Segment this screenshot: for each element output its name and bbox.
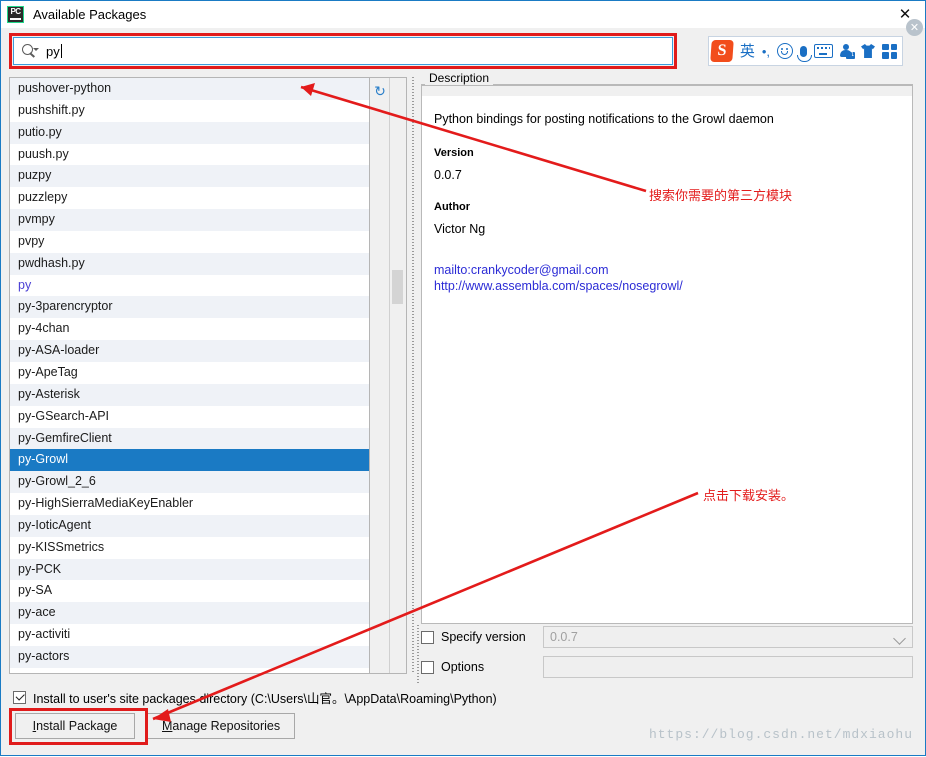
specify-version-label: Specify version xyxy=(441,630,526,644)
search-input-value: py xyxy=(46,43,60,59)
list-item[interactable]: py-actors xyxy=(10,645,370,668)
ime-close-icon[interactable]: ✕ xyxy=(906,19,923,36)
specify-version-value: 0.0.7 xyxy=(550,630,578,644)
list-item[interactable]: puzpy xyxy=(10,165,370,188)
list-item[interactable]: py-Asterisk xyxy=(10,383,370,406)
description-body: Python bindings for posting notification… xyxy=(422,96,912,623)
author-value: Victor Ng xyxy=(434,222,486,236)
package-list-panel: pushover-python pushshift.py putio.py puush… xyxy=(9,77,407,674)
manage-repositories-label: anage Repositories xyxy=(172,719,281,733)
list-item[interactable]: puush.py xyxy=(10,144,370,166)
options-row: Options xyxy=(421,655,913,679)
list-item[interactable]: py-activiti xyxy=(10,624,370,646)
list-item[interactable]: py-ApeTag xyxy=(10,362,370,384)
punctuation-icon[interactable]: •, xyxy=(762,45,770,58)
list-item[interactable]: py-Growl_2_6 xyxy=(10,471,370,494)
options-label: Options xyxy=(441,660,485,674)
list-item[interactable]: py-ASA-loader xyxy=(10,340,370,362)
text-caret xyxy=(60,44,62,58)
list-item[interactable]: py-PCK xyxy=(10,558,370,581)
search-field-wrapper: py xyxy=(9,33,677,69)
list-item[interactable]: putio.py xyxy=(10,121,370,144)
list-scrollbar-thumb[interactable] xyxy=(392,270,403,304)
list-item[interactable]: py-KISSmetrics xyxy=(10,537,370,559)
package-summary: Python bindings for posting notification… xyxy=(434,112,774,126)
list-item[interactable]: py xyxy=(10,275,370,297)
list-item[interactable]: pushshift.py xyxy=(10,100,370,122)
list-item[interactable]: py-GSearch-API xyxy=(10,406,370,428)
version-label: Version xyxy=(434,147,474,159)
options-splitter xyxy=(415,625,420,683)
soft-keyboard-icon[interactable] xyxy=(814,44,833,58)
list-scrollbar[interactable] xyxy=(389,78,406,673)
list-item[interactable]: pushover-python xyxy=(10,78,370,100)
user-site-row: Install to user's site packages director… xyxy=(13,688,497,707)
mailto-link[interactable]: mailto:crankycoder@gmail.com xyxy=(434,262,902,278)
specify-version-row: Specify version 0.0.7 xyxy=(421,625,913,649)
specify-version-checkbox[interactable] xyxy=(421,630,434,644)
skin-icon[interactable] xyxy=(861,44,875,58)
user-site-checkbox[interactable] xyxy=(13,691,26,704)
options-input[interactable] xyxy=(543,656,913,678)
sogou-logo-icon[interactable]: S xyxy=(710,40,734,62)
specify-version-select[interactable]: 0.0.7 xyxy=(543,626,913,648)
list-item[interactable]: pvpy xyxy=(10,231,370,253)
pycharm-icon: PC xyxy=(7,6,24,23)
manage-repositories-button[interactable]: Manage Repositories xyxy=(147,713,296,739)
list-item[interactable]: py-Growl xyxy=(10,449,370,472)
list-item[interactable]: puzzlepy xyxy=(10,187,370,209)
list-item[interactable]: py-IoticAgent xyxy=(10,514,370,537)
homepage-link[interactable]: http://www.assembla.com/spaces/nosegrowl… xyxy=(434,278,902,294)
list-item[interactable]: py-4chan xyxy=(10,318,370,340)
refresh-icon[interactable]: ↻ xyxy=(372,83,388,99)
user-site-label: Install to user's site packages director… xyxy=(33,692,497,706)
list-item[interactable]: py-ace xyxy=(10,602,370,625)
version-value: 0.0.7 xyxy=(434,168,462,182)
panel-splitter[interactable] xyxy=(409,77,417,674)
user-center-icon[interactable]: 21 xyxy=(840,44,855,59)
search-input[interactable]: py xyxy=(13,37,673,65)
watermark: https://blog.csdn.net/mdxiaohu xyxy=(648,727,913,742)
title-bar: PC Available Packages ✕ xyxy=(1,1,925,28)
chevron-down-icon xyxy=(893,632,906,645)
install-package-button[interactable]: Install Package xyxy=(15,713,135,739)
emoji-icon[interactable] xyxy=(777,43,793,59)
toolbox-icon[interactable] xyxy=(882,43,897,59)
options-area: Specify version 0.0.7 Options xyxy=(415,625,913,683)
annotation-install-note: 点击下载安装。 xyxy=(703,488,795,503)
list-item[interactable]: pwdhash.py xyxy=(10,252,370,275)
dialog-buttons: Install Package Manage Repositories xyxy=(15,713,296,739)
description-title: Description xyxy=(425,71,494,85)
english-mode-icon[interactable]: 英 xyxy=(740,44,755,59)
refresh-column: ↻ xyxy=(369,78,390,673)
description-links: mailto:crankycoder@gmail.com http://www.… xyxy=(434,262,902,294)
install-package-label: nstall Package xyxy=(36,719,118,733)
annotation-search-note: 搜索你需要的第三方模块 xyxy=(649,188,793,203)
search-icon xyxy=(22,43,39,59)
list-item[interactable]: py-HighSierraMediaKeyEnabler xyxy=(10,493,370,515)
options-checkbox[interactable] xyxy=(421,660,434,674)
list-item[interactable]: py-3parencryptor xyxy=(10,296,370,319)
description-group: Description Python bindings for posting … xyxy=(421,71,913,624)
voice-input-icon[interactable] xyxy=(797,45,812,62)
package-list[interactable]: pushover-python pushshift.py putio.py puush… xyxy=(10,78,370,673)
list-item[interactable]: pvmpy xyxy=(10,209,370,231)
list-item[interactable]: py-SA xyxy=(10,580,370,602)
page-title: Available Packages xyxy=(33,7,147,22)
sogou-ime-toolbar: S 英 •, 21 xyxy=(707,36,903,66)
list-item[interactable]: py-GemfireClient xyxy=(10,427,370,450)
available-packages-dialog: PC Available Packages ✕ py S 英 •, 21 ✕ p… xyxy=(0,0,926,756)
